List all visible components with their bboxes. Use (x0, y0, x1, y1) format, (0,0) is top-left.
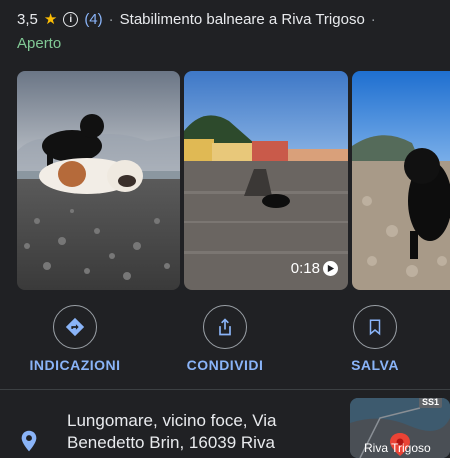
open-status: Aperto (17, 35, 62, 52)
rating-value: 3,5 (17, 10, 38, 28)
address-line-1: Lungomare, vicino foce, Via (67, 411, 277, 430)
bookmark-icon (353, 305, 397, 349)
share-label: CONDIVIDI (186, 357, 264, 373)
map-thumbnail[interactable]: SS1 Riva Trigoso (350, 398, 450, 458)
share-icon (203, 305, 247, 349)
review-count-link[interactable]: (4) (84, 11, 102, 28)
directions-icon (53, 305, 97, 349)
save-button[interactable]: SALVA (315, 305, 435, 373)
rating-row: 3,5 ★ i (4) · Stabilimento balneare a Ri… (17, 10, 376, 29)
divider (0, 389, 450, 390)
play-icon[interactable] (323, 261, 338, 276)
directions-button[interactable]: INDICAZIONI (15, 305, 135, 373)
map-label: Riva Trigoso (364, 441, 431, 455)
share-button[interactable]: CONDIVIDI (165, 305, 285, 373)
road-badge: SS1 (418, 398, 442, 408)
save-label: SALVA (351, 357, 399, 373)
address-text[interactable]: Lungomare, vicino foce, Via Benedetto Br… (67, 410, 337, 454)
video-beach-with-dog[interactable]: 0:18 (184, 71, 348, 290)
photo-dogs-on-pebble-beach[interactable] (17, 71, 180, 290)
separator-dot: · (108, 10, 114, 28)
separator-dot-trailing: · (370, 10, 376, 28)
photo-carousel[interactable]: 0:18 (17, 71, 450, 290)
star-icon: ★ (43, 11, 58, 28)
info-icon[interactable]: i (63, 11, 79, 27)
location-pin-icon (20, 430, 38, 457)
video-duration: 0:18 (291, 260, 338, 277)
action-bar: INDICAZIONI CONDIVIDI SALVA (0, 305, 450, 375)
place-category: Stabilimento balneare a Riva Trigoso (119, 10, 365, 28)
address-line-2: Benedetto Brin, 16039 Riva (67, 433, 275, 452)
photo-black-labrador-on-sand[interactable] (352, 71, 450, 290)
directions-label: INDICAZIONI (29, 357, 121, 373)
